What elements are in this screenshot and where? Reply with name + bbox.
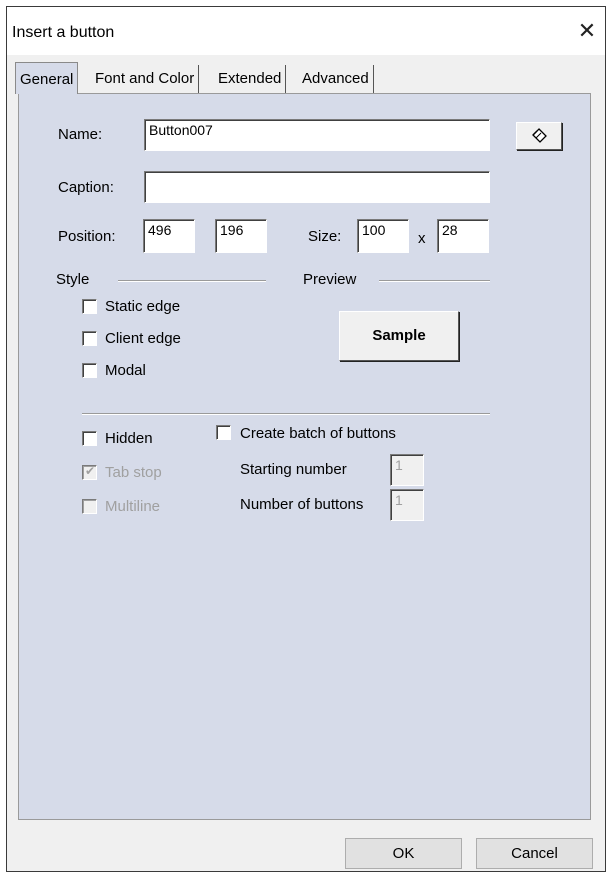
client-edge-checkbox[interactable] (82, 331, 97, 346)
modal-checkbox[interactable] (82, 363, 97, 378)
position-x-field[interactable]: 496 (143, 219, 195, 253)
caption-field[interactable] (144, 171, 490, 203)
tab-advanced[interactable]: Advanced (298, 65, 374, 93)
checkmark-icon: ✔ (85, 464, 96, 478)
style-divider (118, 280, 266, 282)
hidden-checkbox[interactable] (82, 431, 97, 446)
caption-label: Caption: (58, 179, 114, 196)
size-width-field[interactable]: 100 (357, 219, 409, 253)
size-label: Size: (308, 228, 342, 245)
create-batch-checkbox[interactable] (216, 425, 231, 440)
title-bar: Insert a button ✕ (7, 7, 605, 55)
name-label: Name: (58, 126, 103, 143)
dialog-window: Insert a button ✕ General Font and Color… (6, 6, 606, 872)
style-group-label: Style (56, 271, 90, 288)
number-of-buttons-label: Number of buttons (240, 496, 364, 513)
modal-label: Modal (105, 362, 146, 379)
static-edge-checkbox[interactable] (82, 299, 97, 314)
size-separator: x (418, 230, 426, 247)
sample-preview-button[interactable]: Sample (339, 311, 459, 361)
close-icon[interactable]: ✕ (575, 19, 599, 43)
ok-button[interactable]: OK (345, 838, 462, 869)
multiline-checkbox[interactable] (82, 499, 97, 514)
preview-group-label: Preview (303, 271, 357, 288)
tab-font-and-color[interactable]: Font and Color (91, 65, 200, 93)
dialog-title: Insert a button (12, 24, 115, 41)
tab-general[interactable]: General (15, 62, 79, 94)
starting-number-field[interactable]: 1 (390, 454, 424, 486)
tab-extended[interactable]: Extended (214, 65, 287, 93)
general-panel: Name: Button007 Caption: Position: 496 1… (18, 93, 591, 820)
number-of-buttons-field[interactable]: 1 (390, 489, 424, 521)
client-edge-label: Client edge (105, 330, 181, 347)
size-height-field[interactable]: 28 (437, 219, 489, 253)
static-edge-label: Static edge (105, 298, 181, 315)
pick-name-button[interactable] (516, 122, 562, 150)
position-label: Position: (58, 228, 116, 245)
position-y-field[interactable]: 196 (215, 219, 267, 253)
options-divider (82, 413, 490, 415)
tab-stop-checkbox[interactable]: ✔ (82, 464, 97, 480)
preview-divider (379, 280, 490, 282)
eraser-icon (532, 128, 547, 143)
tab-stop-label: Tab stop (105, 464, 162, 481)
starting-number-label: Starting number (240, 461, 347, 478)
hidden-label: Hidden (105, 430, 153, 447)
create-batch-label: Create batch of buttons (240, 425, 396, 442)
name-field[interactable]: Button007 (144, 119, 490, 151)
cancel-button[interactable]: Cancel (476, 838, 593, 869)
multiline-label: Multiline (105, 498, 161, 515)
